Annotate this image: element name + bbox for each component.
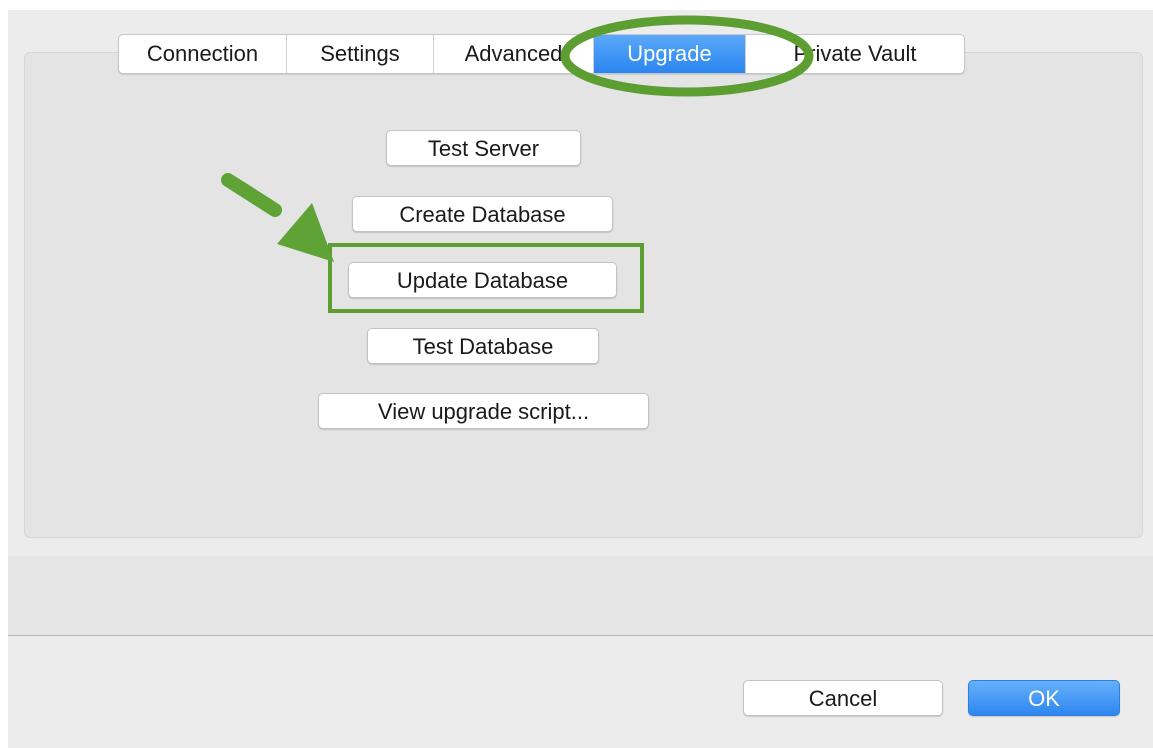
tab-connection[interactable]: Connection bbox=[119, 35, 287, 73]
tab-advanced[interactable]: Advanced bbox=[434, 35, 594, 73]
cancel-button[interactable]: Cancel bbox=[743, 680, 943, 716]
create-database-button[interactable]: Create Database bbox=[352, 196, 613, 232]
tab-bar: Connection Settings Advanced Upgrade Pri… bbox=[118, 34, 965, 74]
view-upgrade-script-button[interactable]: View upgrade script... bbox=[318, 393, 649, 429]
update-database-button[interactable]: Update Database bbox=[348, 262, 617, 298]
tab-upgrade[interactable]: Upgrade bbox=[594, 35, 746, 73]
test-server-button[interactable]: Test Server bbox=[386, 130, 581, 166]
tab-private-vault[interactable]: Private Vault bbox=[746, 35, 964, 73]
tab-settings[interactable]: Settings bbox=[287, 35, 434, 73]
footer-strip bbox=[8, 556, 1153, 636]
ok-button[interactable]: OK bbox=[968, 680, 1120, 716]
test-database-button[interactable]: Test Database bbox=[367, 328, 599, 364]
